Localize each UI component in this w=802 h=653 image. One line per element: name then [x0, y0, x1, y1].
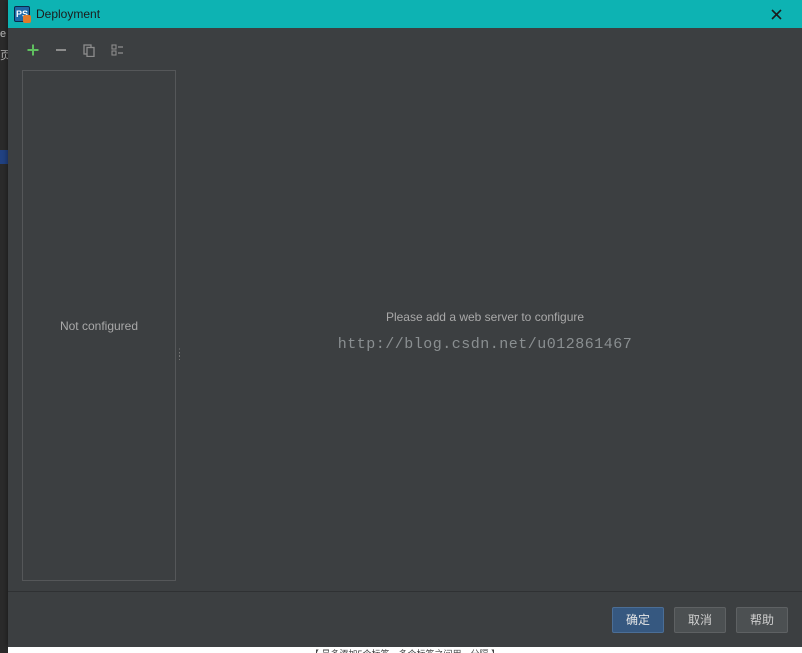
close-icon — [771, 9, 782, 20]
close-button[interactable] — [756, 0, 796, 28]
config-panel: Please add a web server to configure htt… — [182, 70, 788, 581]
bottom-strip-text: 【 最多添加5个标签，多个标签之间用，分隔 】 — [310, 649, 500, 653]
window-title: Deployment — [36, 7, 100, 21]
ok-button-label: 确定 — [626, 611, 650, 628]
ok-button[interactable]: 确定 — [612, 607, 664, 633]
add-button[interactable] — [22, 39, 44, 61]
deployment-dialog: PS Deployment — [8, 0, 802, 647]
minus-icon — [54, 43, 68, 57]
bg-fragment — [0, 150, 8, 164]
toolbar — [8, 28, 802, 64]
page-bottom-strip: 【 最多添加5个标签，多个标签之间用，分隔 】 — [8, 647, 802, 653]
config-hint-text: Please add a web server to configure — [182, 310, 788, 324]
checklist-icon — [110, 43, 124, 57]
content-area: Not configured ⋮⋮ Please add a web serve… — [8, 64, 802, 591]
cancel-button-label: 取消 — [688, 611, 712, 628]
copy-icon — [82, 43, 96, 57]
phpstorm-icon: PS — [14, 6, 30, 22]
help-button[interactable]: 帮助 — [736, 607, 788, 633]
dialog-body: Not configured ⋮⋮ Please add a web serve… — [8, 28, 802, 647]
watermark-text: http://blog.csdn.net/u012861467 — [182, 336, 788, 353]
bg-fragment: 页 — [0, 47, 8, 61]
empty-state-text: Not configured — [60, 319, 138, 333]
remove-button[interactable] — [50, 39, 72, 61]
plus-icon — [26, 43, 40, 57]
set-default-button[interactable] — [106, 39, 128, 61]
titlebar: PS Deployment — [8, 0, 802, 28]
dialog-footer: 确定 取消 帮助 — [8, 591, 802, 647]
cancel-button[interactable]: 取消 — [674, 607, 726, 633]
bg-fragment: e — [0, 28, 8, 42]
server-list-panel[interactable]: Not configured — [22, 70, 176, 581]
copy-button[interactable] — [78, 39, 100, 61]
help-button-label: 帮助 — [750, 611, 774, 628]
